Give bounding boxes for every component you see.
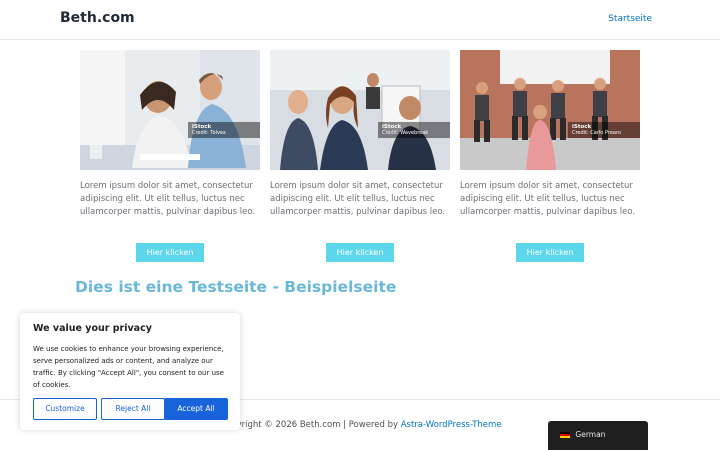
cookie-text: We use cookies to enhance your browsing … — [33, 345, 224, 389]
istock-watermark: iStock Credit: Wavebreak — [378, 122, 450, 138]
feature-card: iStock Credit: Wavebreak Lorem ipsum dolo… — [270, 50, 450, 262]
accept-all-button[interactable]: Accept All — [164, 398, 228, 420]
site-title[interactable]: Beth.com — [60, 10, 135, 26]
customize-button[interactable]: Customize — [33, 398, 97, 420]
card-button-2[interactable]: Hier klicken — [326, 243, 394, 262]
cookie-title: We value your privacy — [33, 323, 152, 334]
card-text: Lorem ipsum dolor sit amet, consectetur … — [270, 181, 446, 217]
cookie-consent-banner: We value your privacy We use cookies to … — [20, 313, 240, 430]
site-header: Beth.com Startseite — [0, 0, 720, 40]
istock-watermark: iStock Credit: Carlo Prearo — [568, 122, 640, 138]
nav-link-startseite[interactable]: Startseite — [608, 14, 652, 24]
feature-card: iStock Credit: Carlo Prearo Lorem ipsum d… — [460, 50, 640, 262]
card-image: iStock Credit: Tolvex — [80, 50, 260, 170]
card-text: Lorem ipsum dolor sit amet, consectetur … — [80, 181, 256, 217]
feature-card: iStock Credit: Tolvex Lorem ipsum dolor s… — [80, 50, 260, 262]
language-label: German — [575, 430, 606, 439]
istock-watermark: iStock Credit: Tolvex — [188, 122, 260, 138]
footer-theme-link[interactable]: Astra-WordPress-Theme — [401, 420, 502, 430]
footer-copyright: opyright © 2026 Beth.com | Powered by As… — [226, 420, 502, 430]
card-image: iStock Credit: Carlo Prearo — [460, 50, 640, 170]
germany-flag-icon — [560, 432, 570, 438]
card-text: Lorem ipsum dolor sit amet, consectetur … — [460, 181, 636, 217]
card-image: iStock Credit: Wavebreak — [270, 50, 450, 170]
cookie-buttons: Customize Reject All Accept All — [33, 398, 228, 420]
card-button-3[interactable]: Hier klicken — [516, 243, 584, 262]
language-switcher[interactable]: German — [548, 421, 648, 450]
reject-all-button[interactable]: Reject All — [101, 398, 165, 420]
page-heading: Dies ist eine Testseite - Beispielseite — [75, 278, 397, 296]
card-button-1[interactable]: Hier klicken — [136, 243, 204, 262]
